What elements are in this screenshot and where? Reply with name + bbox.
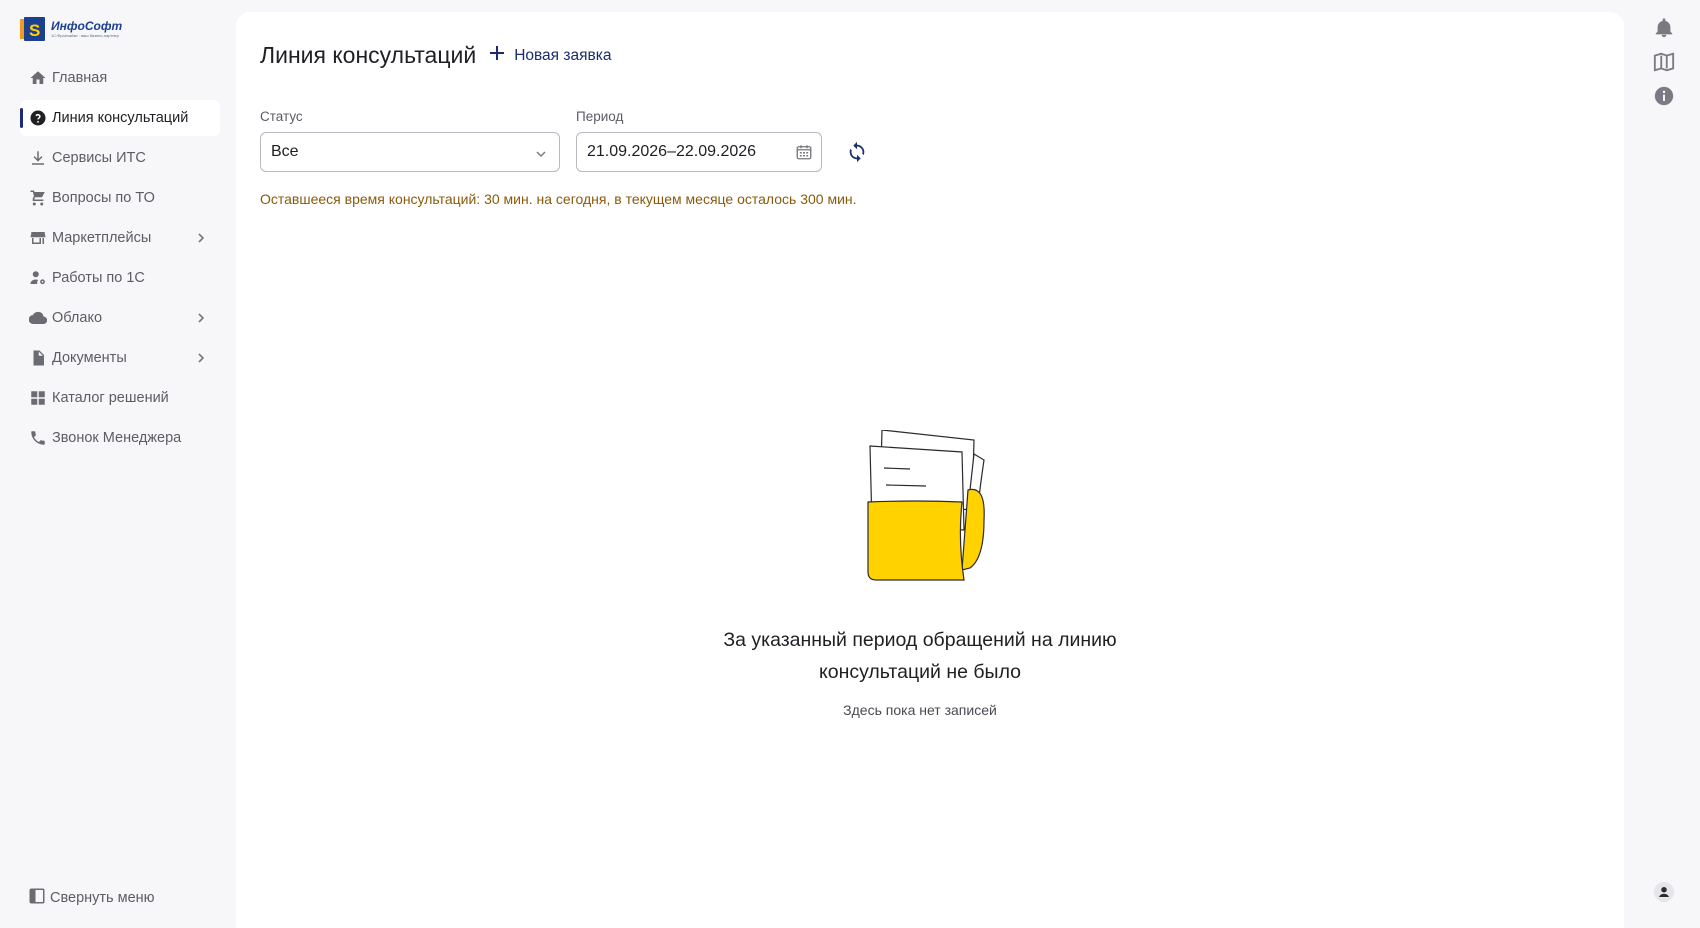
help-circle-icon	[28, 108, 48, 128]
chevron-down-icon	[535, 147, 547, 159]
user-gear-icon	[28, 268, 48, 288]
status-filter-label: Статус	[260, 109, 303, 124]
sidebar-item-marketplaces[interactable]: Маркетплейсы	[20, 220, 220, 256]
sidebar-nav: Главная Линия консультаций Сервисы ИТС В…	[20, 60, 220, 460]
refresh-icon[interactable]	[846, 141, 868, 163]
phone-icon	[28, 428, 48, 448]
sidebar-item-consult-line[interactable]: Линия консультаций	[20, 100, 220, 136]
logo[interactable]: S ИнфоСофт 1С:Франчайзи · ваш бизнес-пар…	[20, 17, 122, 41]
sidebar-item-label: Линия консультаций	[52, 110, 189, 126]
consultation-time-notice: Оставшееся время консультаций: 30 мин. н…	[260, 191, 857, 207]
status-select[interactable]: Все	[260, 132, 560, 172]
new-request-label: Новая заявка	[514, 46, 612, 64]
sidebar-item-label: Облако	[52, 310, 103, 326]
sidebar: S ИнфоСофт 1С:Франчайзи · ваш бизнес-пар…	[0, 0, 236, 928]
chevron-right-icon	[194, 351, 208, 365]
empty-state-title: За указанный период обращений на линию к…	[723, 629, 1117, 683]
page-header: Линия консультаций Новая заявка	[260, 42, 611, 69]
right-rail	[1636, 0, 1700, 928]
cloud-icon	[28, 308, 48, 328]
empty-state-subtitle: Здесь пока нет записей	[843, 702, 997, 718]
sidebar-item-home[interactable]: Главная	[20, 60, 220, 96]
logo-tagline: 1С:Франчайзи · ваш бизнес-партнер	[51, 33, 119, 38]
sidebar-item-1c-works[interactable]: Работы по 1С	[20, 260, 220, 296]
sidebar-item-cloud[interactable]: Облако	[20, 300, 220, 336]
sidebar-item-label: Документы	[52, 350, 127, 366]
sidebar-item-label: Сервисы ИТС	[52, 150, 146, 166]
download-icon	[28, 148, 48, 168]
plus-icon	[488, 44, 506, 67]
sidebar-item-label: Каталог решений	[52, 390, 169, 406]
cart-icon	[28, 188, 48, 208]
sidebar-item-label: Работы по 1С	[52, 270, 145, 286]
info-icon[interactable]	[1648, 80, 1680, 112]
home-icon	[28, 68, 48, 88]
sidebar-item-manager-call[interactable]: Звонок Менеджера	[20, 420, 220, 456]
sidebar-collapse-icon	[28, 887, 46, 909]
notifications-bell-icon[interactable]	[1648, 12, 1680, 44]
calendar-icon[interactable]	[795, 143, 813, 161]
collapse-menu-button[interactable]: Свернуть меню	[28, 887, 155, 909]
empty-folder-illustration	[866, 429, 996, 592]
logo-mark-icon: S	[20, 17, 45, 41]
guide-book-icon[interactable]	[1648, 46, 1680, 78]
store-icon	[28, 228, 48, 248]
chevron-right-icon	[194, 231, 208, 245]
document-icon	[28, 348, 48, 368]
sidebar-item-to-questions[interactable]: Вопросы по ТО	[20, 180, 220, 216]
main-panel: Линия консультаций Новая заявка Статус В…	[236, 12, 1624, 928]
sidebar-item-catalog[interactable]: Каталог решений	[20, 380, 220, 416]
grid-icon	[28, 388, 48, 408]
sidebar-item-label: Звонок Менеджера	[52, 430, 182, 446]
page-title: Линия консультаций	[260, 42, 477, 68]
period-date-value: 21.09.2026–22.09.2026	[587, 143, 757, 160]
logo-name: ИнфоСофт	[51, 19, 123, 33]
sidebar-item-label: Главная	[52, 70, 108, 86]
sidebar-item-documents[interactable]: Документы	[20, 340, 220, 376]
chevron-right-icon	[194, 311, 208, 325]
sidebar-item-its-services[interactable]: Сервисы ИТС	[20, 140, 220, 176]
sidebar-item-label: Маркетплейсы	[52, 230, 152, 246]
period-date-field[interactable]: 21.09.2026–22.09.2026	[576, 132, 822, 172]
collapse-menu-label: Свернуть меню	[50, 890, 155, 906]
sidebar-item-label: Вопросы по ТО	[52, 190, 155, 206]
svg-text:S: S	[29, 21, 40, 40]
new-request-button[interactable]: Новая заявка	[488, 44, 611, 67]
profile-avatar-icon[interactable]	[1648, 876, 1680, 908]
period-filter-label: Период	[576, 109, 624, 124]
status-select-value: Все	[271, 143, 299, 160]
